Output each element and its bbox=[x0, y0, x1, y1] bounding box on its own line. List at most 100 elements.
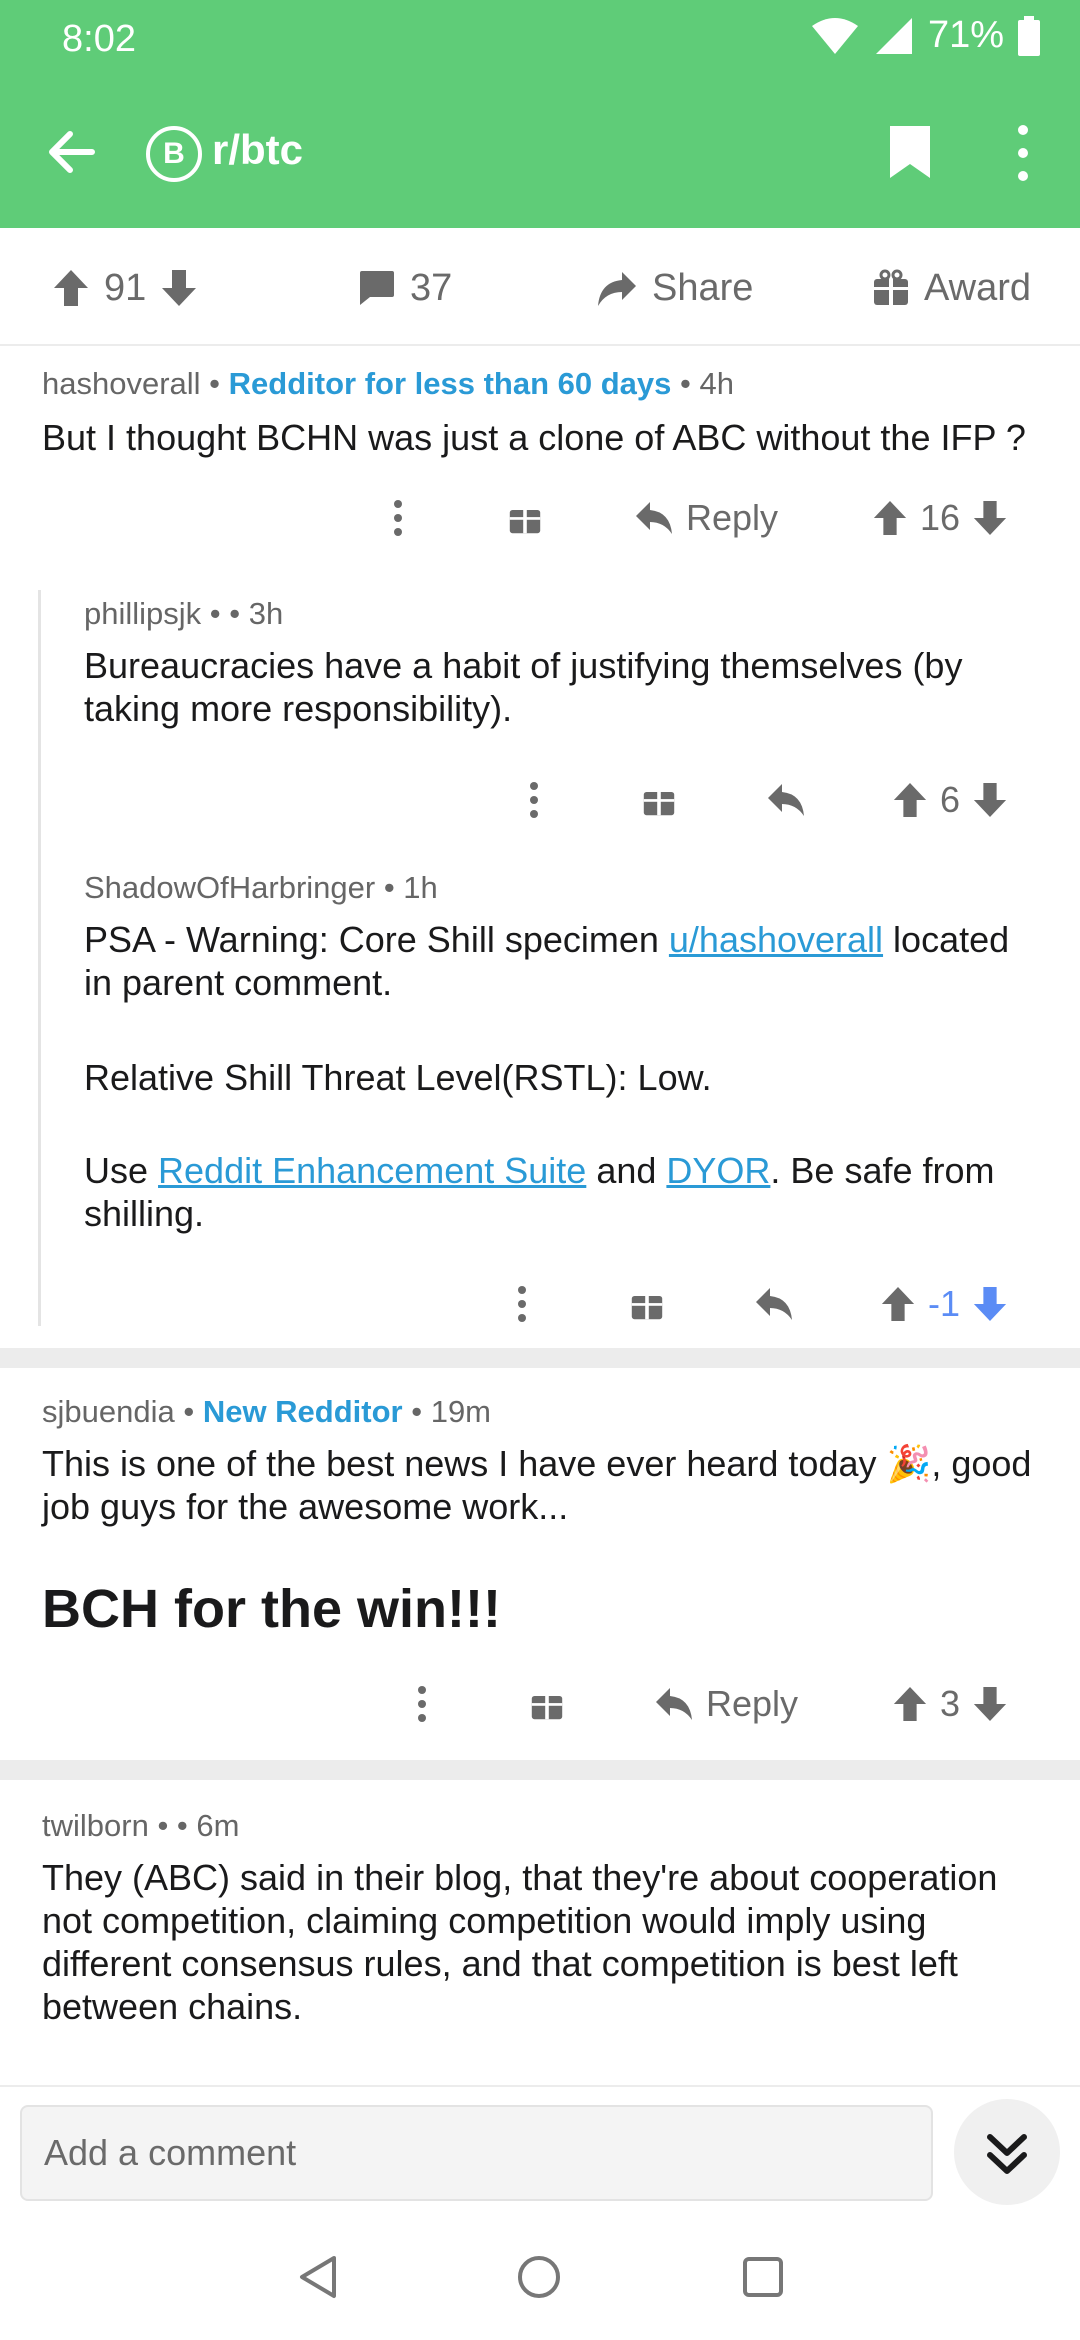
comment-twilborn: twilborn • • 6m They (ABC) said in their… bbox=[0, 1780, 1080, 2085]
add-comment-input[interactable]: Add a comment bbox=[20, 2105, 933, 2201]
downvote-active-icon[interactable] bbox=[972, 1285, 1008, 1323]
status-time: 8:02 bbox=[62, 18, 136, 60]
text-span: PSA - Warning: Core Shill specimen bbox=[84, 919, 669, 960]
comment-time: 6m bbox=[196, 1808, 240, 1843]
wifi-icon bbox=[811, 17, 858, 54]
comment-author[interactable]: ShadowOfHarbringer bbox=[84, 870, 375, 905]
comment-actions: Reply 3 bbox=[0, 1674, 1080, 1734]
top-bar: 8:02 71% B r/btc bbox=[0, 0, 1080, 228]
chevron-double-down-icon bbox=[987, 2134, 1027, 2174]
comment-separator bbox=[0, 1760, 1080, 1780]
comments-count: 37 bbox=[410, 266, 453, 309]
user-flair: New Redditor bbox=[202, 1394, 403, 1429]
comment-more-button[interactable] bbox=[516, 1274, 528, 1334]
nav-back-icon[interactable] bbox=[296, 2254, 342, 2300]
battery-icon bbox=[1018, 15, 1040, 56]
upvote-icon[interactable] bbox=[872, 499, 908, 537]
more-vertical-icon bbox=[394, 500, 402, 536]
comments-count-button[interactable]: 37 bbox=[356, 258, 452, 318]
jump-to-next-button[interactable] bbox=[954, 2099, 1060, 2205]
gift-icon bbox=[531, 1690, 563, 1720]
comment-time: 4h bbox=[699, 366, 734, 401]
subreddit-title[interactable]: r/btc bbox=[212, 126, 303, 174]
post-action-bar: 91 37 Share Award bbox=[0, 228, 1080, 346]
comment-award-button[interactable] bbox=[530, 1674, 564, 1734]
more-options-icon[interactable] bbox=[1004, 122, 1042, 184]
upvote-icon[interactable] bbox=[892, 781, 928, 819]
comment-vote-group: -1 bbox=[880, 1274, 1008, 1334]
comment-body: Bureaucracies have a habit of justifying… bbox=[84, 645, 963, 729]
more-vertical-icon bbox=[418, 1686, 426, 1722]
gift-icon bbox=[509, 504, 541, 534]
more-vertical-icon bbox=[518, 1286, 526, 1322]
comment-heading: BCH for the win!!! bbox=[42, 1579, 501, 1639]
downvote-icon[interactable] bbox=[972, 1685, 1008, 1723]
user-link[interactable]: u/hashoverall bbox=[669, 919, 883, 960]
post-vote-group: 91 bbox=[52, 258, 198, 318]
back-arrow-icon[interactable] bbox=[42, 122, 102, 182]
comment-award-button[interactable] bbox=[630, 1274, 664, 1334]
comment-award-button[interactable] bbox=[642, 770, 676, 830]
more-vertical-icon bbox=[530, 782, 538, 818]
subreddit-icon[interactable]: B bbox=[146, 126, 202, 182]
gift-icon bbox=[643, 786, 675, 816]
reply-button[interactable]: Reply bbox=[634, 488, 778, 548]
comment-actions: 6 bbox=[0, 770, 1080, 830]
comment-actions: -1 bbox=[0, 1274, 1080, 1334]
res-link[interactable]: Reddit Enhancement Suite bbox=[158, 1150, 586, 1191]
downvote-icon[interactable] bbox=[972, 499, 1008, 537]
reply-arrow-icon bbox=[768, 784, 804, 816]
comment-separator bbox=[0, 1348, 1080, 1368]
comment-author[interactable]: twilborn bbox=[42, 1808, 149, 1843]
comment-score: 3 bbox=[940, 1683, 961, 1724]
reply-button[interactable] bbox=[754, 1274, 794, 1334]
comment-author[interactable]: sjbuendia bbox=[42, 1394, 175, 1429]
upvote-icon[interactable] bbox=[880, 1285, 916, 1323]
gift-icon bbox=[874, 269, 908, 305]
comment-score: 16 bbox=[920, 497, 961, 538]
comment-more-button[interactable] bbox=[416, 1674, 428, 1734]
text-span: Use bbox=[84, 1150, 159, 1191]
comment-phillipsjk: phillipsjk • • 3h Bureaucracies have a h… bbox=[0, 590, 1080, 840]
comment-time: 19m bbox=[430, 1394, 492, 1429]
party-popper-icon: 🎉 bbox=[886, 1443, 932, 1484]
gift-icon bbox=[631, 1290, 663, 1320]
reply-arrow-icon bbox=[656, 1688, 692, 1720]
upvote-icon[interactable] bbox=[52, 268, 90, 308]
award-button[interactable]: Award bbox=[872, 258, 1031, 318]
comment-time: 1h bbox=[403, 870, 438, 905]
add-comment-bar: Add a comment bbox=[0, 2085, 1080, 2210]
comment-vote-group: 6 bbox=[892, 770, 1008, 830]
award-label: Award bbox=[924, 266, 1032, 309]
comment-meta: twilborn • • 6m bbox=[42, 1808, 240, 1843]
comment-author[interactable]: phillipsjk bbox=[84, 596, 201, 631]
downvote-icon[interactable] bbox=[972, 781, 1008, 819]
reply-label: Reply bbox=[706, 1683, 799, 1724]
comment-time: 3h bbox=[248, 596, 284, 631]
comment-body-paragraph-3: Use Reddit Enhancement Suite and DYOR. B… bbox=[84, 1149, 1044, 1235]
reply-button[interactable] bbox=[766, 770, 806, 830]
comment-award-button[interactable] bbox=[508, 488, 542, 548]
comment-more-button[interactable] bbox=[392, 488, 404, 548]
post-score: 91 bbox=[104, 266, 147, 309]
comment-more-button[interactable] bbox=[528, 770, 540, 830]
comment-score: -1 bbox=[928, 1283, 961, 1324]
comment-author[interactable]: hashoverall bbox=[42, 366, 201, 401]
comment-actions: Reply 16 bbox=[0, 488, 1080, 548]
comment-shadowofharbringer: ShadowOfHarbringer • 1h PSA - Warning: C… bbox=[0, 864, 1080, 1324]
text-span: and bbox=[586, 1150, 667, 1191]
share-button[interactable]: Share bbox=[596, 258, 753, 318]
comment-body: They (ABC) said in their blog, that they… bbox=[42, 1857, 998, 2027]
comment-meta: sjbuendia • New Redditor • 19m bbox=[42, 1394, 492, 1429]
bookmark-icon[interactable] bbox=[886, 122, 934, 182]
comment-vote-group: 3 bbox=[892, 1674, 1008, 1734]
reply-button[interactable]: Reply bbox=[654, 1674, 798, 1734]
dyor-link[interactable]: DYOR bbox=[666, 1150, 770, 1191]
reply-arrow-icon bbox=[636, 502, 672, 534]
nav-recents-icon[interactable] bbox=[740, 2254, 786, 2300]
downvote-icon[interactable] bbox=[160, 268, 198, 308]
text-span: This is one of the best news I have ever… bbox=[42, 1443, 877, 1484]
upvote-icon[interactable] bbox=[892, 1685, 928, 1723]
nav-home-icon[interactable] bbox=[516, 2254, 562, 2300]
battery-percent: 71% bbox=[927, 14, 1004, 56]
